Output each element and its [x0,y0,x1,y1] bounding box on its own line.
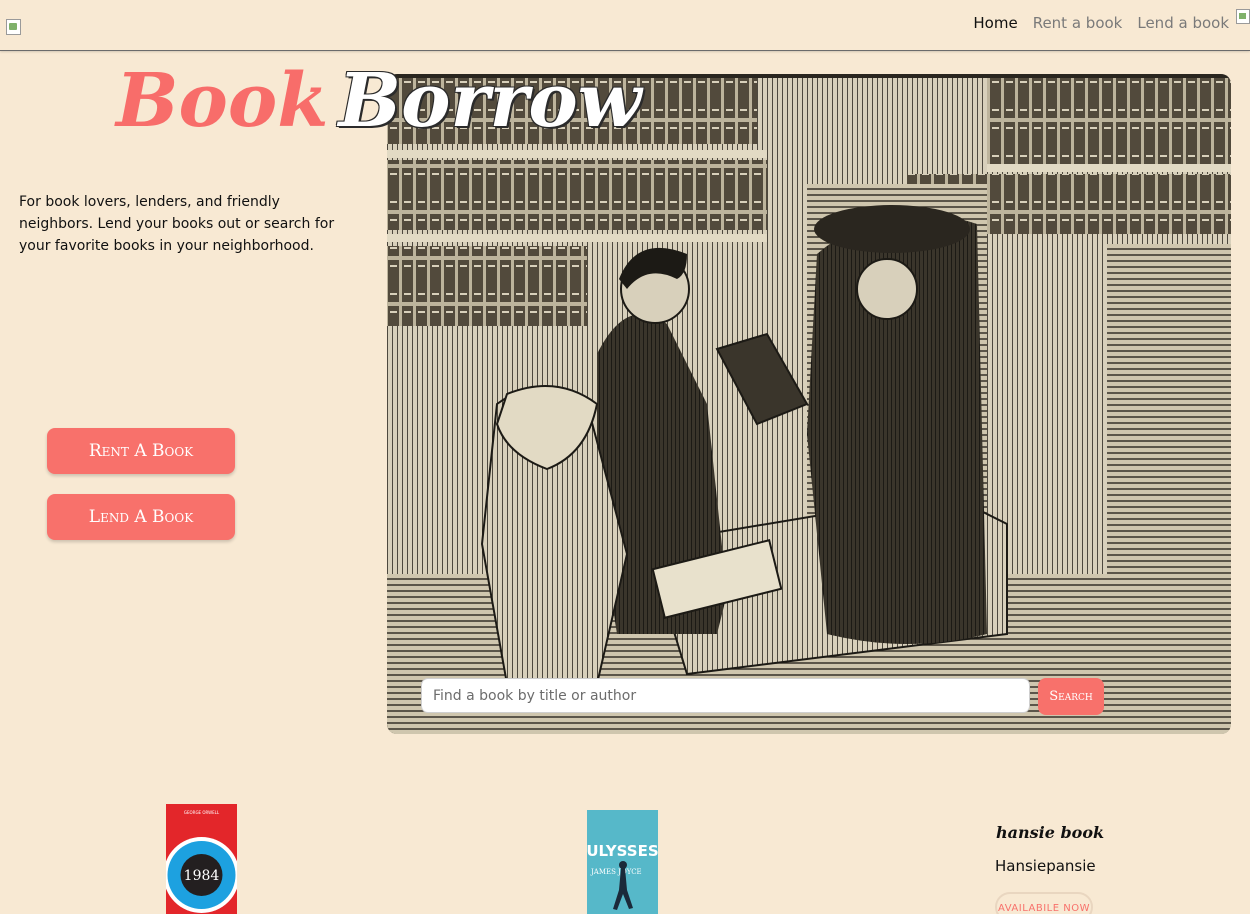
cover-title-ulysses: ULYSSES [587,842,658,860]
listing-author: Hansiepansie [995,857,1096,875]
cover-art-ulysses: ULYSSES JAMES JOYCE [587,810,658,914]
book-cover-ulysses[interactable]: ULYSSES JAMES JOYCE [587,810,658,914]
tagline: For book lovers, lenders, and friendly n… [19,194,335,254]
cover-author-1984: GEORGE ORWELL [184,810,220,815]
listing-title[interactable]: hansie book [996,823,1104,842]
search-button[interactable]: Search [1038,678,1104,715]
book-cover-1984[interactable]: GEORGE ORWELL 1984 [166,804,237,914]
availability-badge[interactable]: AVAILABILE NOW [995,892,1093,914]
nav-links: Home Rent a book Lend a book [973,14,1229,32]
hero-image [387,74,1231,734]
engraving-illustration [387,74,1231,734]
brand-word-borrow: Borrow [338,58,642,144]
lend-a-book-button[interactable]: Lend A Book [47,494,235,540]
rent-a-book-button[interactable]: Rent A Book [47,428,235,474]
brand-word-book: Book [116,58,329,144]
avatar-icon[interactable] [1236,9,1250,24]
broken-image-icon[interactable] [6,19,21,35]
cover-author-ulysses: JAMES JOYCE [590,868,642,876]
nav-link-home[interactable]: Home [973,14,1017,32]
cover-art-1984: GEORGE ORWELL 1984 [166,804,237,914]
brand-logo: Book Borrow [116,56,641,146]
navbar: Home Rent a book Lend a book [0,0,1250,51]
nav-link-lend[interactable]: Lend a book [1137,14,1229,32]
cover-title-1984: 1984 [184,868,220,884]
search-input[interactable] [421,678,1030,713]
nav-link-rent[interactable]: Rent a book [1033,14,1123,32]
